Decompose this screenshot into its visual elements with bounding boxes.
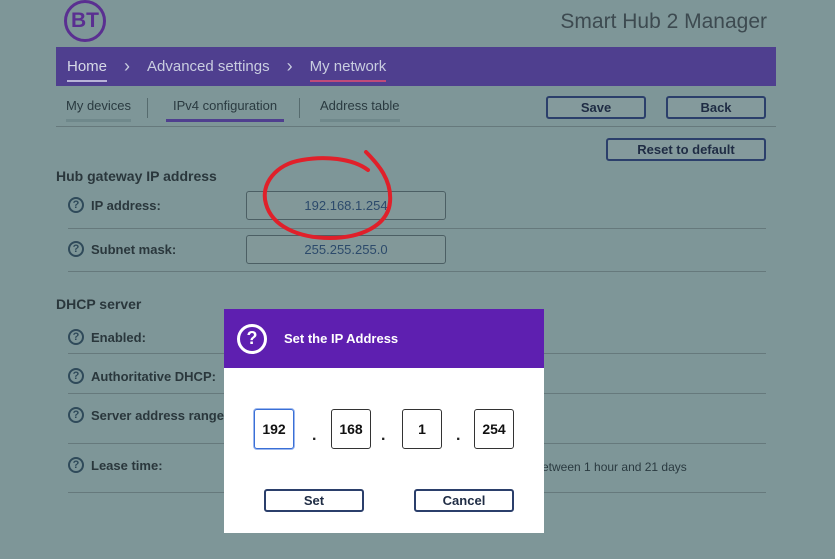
question-circle-icon[interactable]: ? [68, 329, 84, 345]
tab-divider [299, 98, 300, 118]
question-circle-icon: ? [237, 323, 267, 354]
ip-octet-2-input[interactable]: 168 [331, 409, 371, 449]
ip-address-label: IP address: [91, 198, 161, 213]
lease-time-label: Lease time: [91, 458, 163, 473]
question-circle-icon[interactable]: ? [68, 457, 84, 473]
question-circle-icon[interactable]: ? [68, 407, 84, 423]
octet-separator: . [456, 427, 461, 444]
question-circle-icon[interactable]: ? [68, 241, 84, 257]
section-title-dhcp: DHCP server [56, 296, 142, 312]
octet-separator: . [381, 427, 386, 444]
back-button[interactable]: Back [666, 96, 766, 119]
set-ip-address-dialog: ? Set the IP Address 192 . 168 . 1 . 254… [224, 309, 544, 533]
logo-text: BT [71, 9, 99, 32]
nav-home[interactable]: Home [67, 57, 108, 82]
subnet-mask-label: Subnet mask: [91, 242, 177, 257]
nav-my-network[interactable]: My network [309, 57, 386, 82]
tab-divider [147, 98, 148, 118]
tab-address-table[interactable]: Address table [320, 98, 400, 122]
server-address-range-label: Server address range: [91, 408, 229, 423]
ip-octet-1-input[interactable]: 192 [254, 409, 294, 449]
dialog-header: ? Set the IP Address [224, 309, 544, 368]
question-circle-icon[interactable]: ? [68, 368, 84, 384]
dialog-title: Set the IP Address [284, 331, 399, 346]
app-title: Smart Hub 2 Manager [560, 10, 767, 33]
divider [68, 271, 766, 272]
divider [68, 228, 766, 229]
chevron-right-icon: › [286, 56, 293, 76]
section-title-gateway: Hub gateway IP address [56, 168, 217, 184]
cancel-button[interactable]: Cancel [414, 489, 514, 512]
bt-logo: BT [64, 0, 106, 42]
enabled-label: Enabled: [91, 330, 146, 345]
tab-my-devices[interactable]: My devices [66, 98, 132, 122]
ip-octet-4-input[interactable]: 254 [474, 409, 514, 449]
ip-octet-3-input[interactable]: 1 [402, 409, 442, 449]
annotation-circle [262, 150, 393, 241]
set-button[interactable]: Set [264, 489, 364, 512]
breadcrumb-nav: Home › Advanced settings › My network [56, 47, 776, 86]
octet-separator: . [312, 427, 317, 444]
save-button[interactable]: Save [546, 96, 646, 119]
tab-ipv4-configuration[interactable]: IPv4 configuration [166, 98, 285, 122]
nav-advanced-settings[interactable]: Advanced settings [147, 57, 270, 77]
authoritative-dhcp-label: Authoritative DHCP: [91, 369, 216, 384]
reset-to-default-button[interactable]: Reset to default [606, 138, 766, 161]
chevron-right-icon: › [124, 56, 131, 76]
question-circle-icon[interactable]: ? [68, 197, 84, 213]
lease-time-note: etween 1 hour and 21 days [542, 460, 687, 474]
divider [56, 126, 776, 127]
